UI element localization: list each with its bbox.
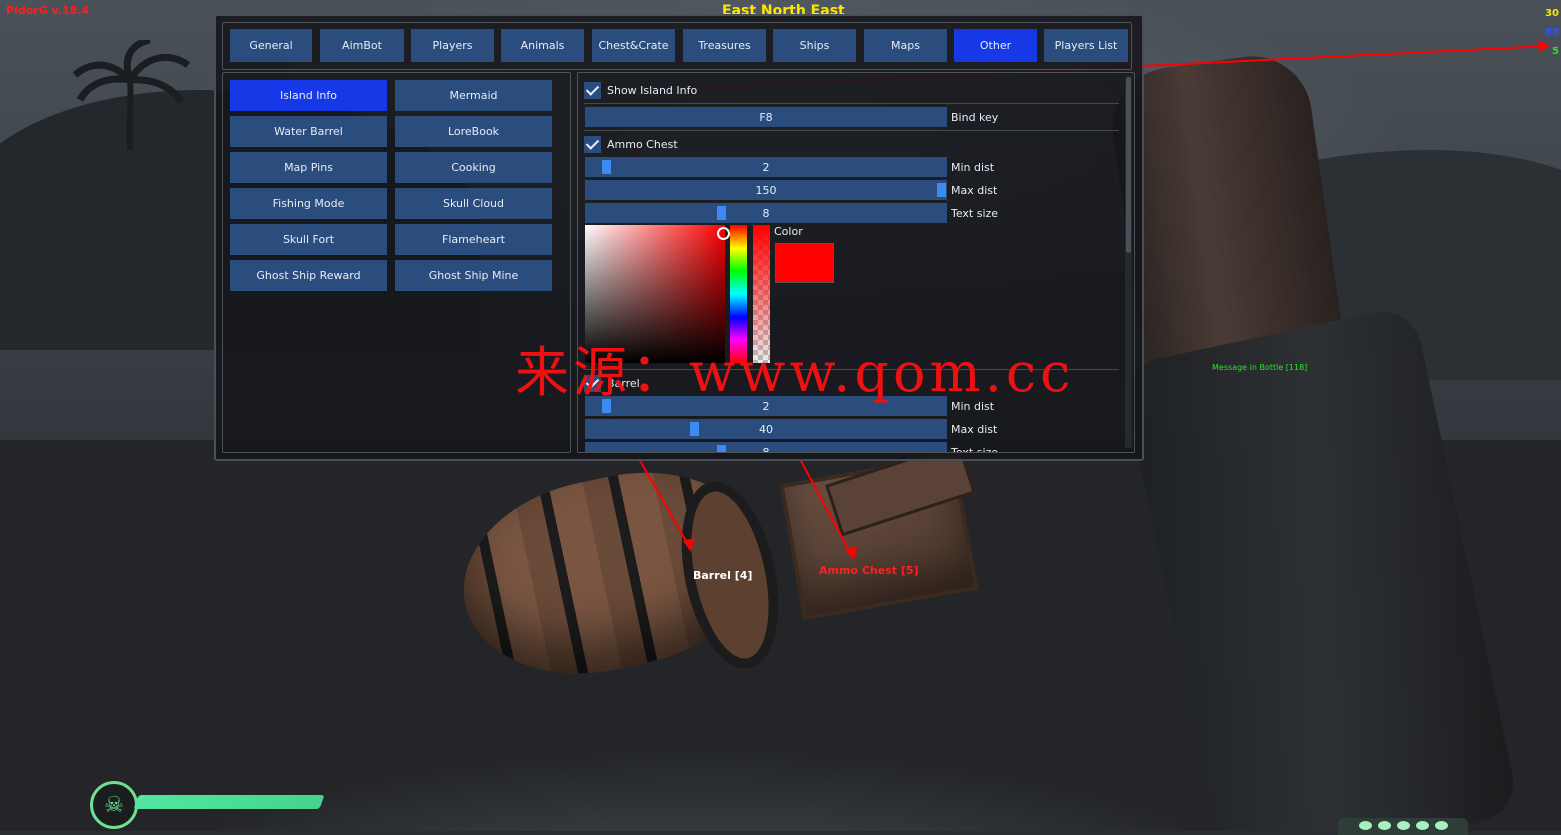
hud-top-right: 30 88 5	[1545, 4, 1559, 61]
hud-stat-2: 88	[1545, 27, 1559, 38]
barrel-max-dist-slider[interactable]: 40	[585, 419, 947, 439]
sub-tab-skull-fort[interactable]: Skull Fort	[230, 224, 387, 255]
esp-label-message-bottle: Message in Bottle [118]	[1212, 363, 1308, 372]
ammo-min-dist-slider[interactable]: 2	[585, 157, 947, 177]
ammo-chest-checkbox[interactable]	[584, 135, 601, 153]
tab-other[interactable]: Other	[954, 29, 1037, 62]
slider-knob[interactable]	[717, 206, 727, 220]
slider-knob[interactable]	[937, 183, 946, 197]
divider	[584, 103, 1119, 104]
ammo-max-dist-value: 150	[755, 183, 777, 197]
ammo-max-dist-slider[interactable]: 150	[585, 180, 947, 200]
show-island-info-row[interactable]: Show Island Info	[584, 80, 697, 100]
sub-tab-ghost-ship-reward[interactable]: Ghost Ship Reward	[230, 260, 387, 291]
bind-key-field[interactable]: F8	[585, 107, 947, 127]
ammo-text-size-value: 8	[762, 206, 770, 220]
bind-key-label: Bind key	[951, 110, 999, 124]
show-island-info-checkbox[interactable]	[584, 81, 601, 99]
ammo-chest-label: Ammo Chest	[607, 137, 678, 151]
tab-maps[interactable]: Maps	[864, 29, 947, 62]
sub-tab-water-barrel[interactable]: Water Barrel	[230, 116, 387, 147]
tab-treasures[interactable]: Treasures	[683, 29, 766, 62]
sub-tab-map-pins[interactable]: Map Pins	[230, 152, 387, 183]
ammo-chest-row[interactable]: Ammo Chest	[584, 134, 678, 154]
scrollbar-thumb[interactable]	[1126, 77, 1131, 253]
tab-players[interactable]: Players	[411, 29, 494, 62]
health-bar	[133, 795, 325, 809]
esp-label-barrel: Barrel [4]	[693, 569, 753, 582]
slider-knob[interactable]	[690, 422, 700, 436]
divider	[584, 130, 1119, 131]
tab-players-list[interactable]: Players List	[1044, 29, 1128, 62]
tab-ships[interactable]: Ships	[773, 29, 856, 62]
slider-knob[interactable]	[602, 160, 612, 174]
show-island-info-label: Show Island Info	[607, 83, 698, 97]
sub-tab-ghost-ship-mine[interactable]: Ghost Ship Mine	[395, 260, 552, 291]
tab-chest-crate[interactable]: Chest&Crate	[592, 29, 675, 62]
barrel-text-size-slider[interactable]: 8	[585, 442, 947, 453]
sub-tab-flameheart[interactable]: Flameheart	[395, 224, 552, 255]
ammo-min-dist-value: 2	[762, 160, 770, 174]
hud-stat-1: 30	[1545, 8, 1559, 19]
tab-general[interactable]: General	[230, 29, 312, 62]
color-label: Color	[774, 225, 803, 238]
slider-knob[interactable]	[717, 445, 727, 452]
barrel-max-dist-value: 40	[759, 422, 773, 436]
ammo-max-dist-label: Max dist	[951, 183, 998, 197]
color-swatch[interactable]	[775, 243, 834, 283]
cheat-version: PidorG v.18.4	[6, 4, 90, 17]
ammo-text-size-label: Text size	[951, 206, 999, 220]
tab-animals[interactable]: Animals	[501, 29, 584, 62]
sub-tab-island-info[interactable]: Island Info	[230, 80, 387, 111]
skull-icon: ☠	[90, 781, 138, 829]
barrel-text-size-value: 8	[762, 445, 770, 453]
color-picker-cursor[interactable]	[717, 227, 730, 240]
sub-tab-lorebook[interactable]: LoreBook	[395, 116, 552, 147]
hud-stat-3: 5	[1552, 46, 1559, 57]
ammo-text-size-slider[interactable]: 8	[585, 203, 947, 223]
barrel-text-size-label: Text size	[951, 445, 999, 453]
sub-tab-fishing-mode[interactable]: Fishing Mode	[230, 188, 387, 219]
barrel-max-dist-label: Max dist	[951, 422, 998, 436]
top-tab-bar: General AimBot Players Animals Chest&Cra…	[222, 22, 1132, 70]
watermark-text: 来源：www.qom.cc	[515, 341, 1075, 404]
ammo-counter	[1338, 818, 1468, 835]
sub-tab-cooking[interactable]: Cooking	[395, 152, 552, 183]
esp-label-ammo-chest: Ammo Chest [5]	[819, 564, 919, 577]
sub-tab-skull-cloud[interactable]: Skull Cloud	[395, 188, 552, 219]
tab-aimbot[interactable]: AimBot	[320, 29, 404, 62]
ammo-min-dist-label: Min dist	[951, 160, 995, 174]
sub-tab-mermaid[interactable]: Mermaid	[395, 80, 552, 111]
